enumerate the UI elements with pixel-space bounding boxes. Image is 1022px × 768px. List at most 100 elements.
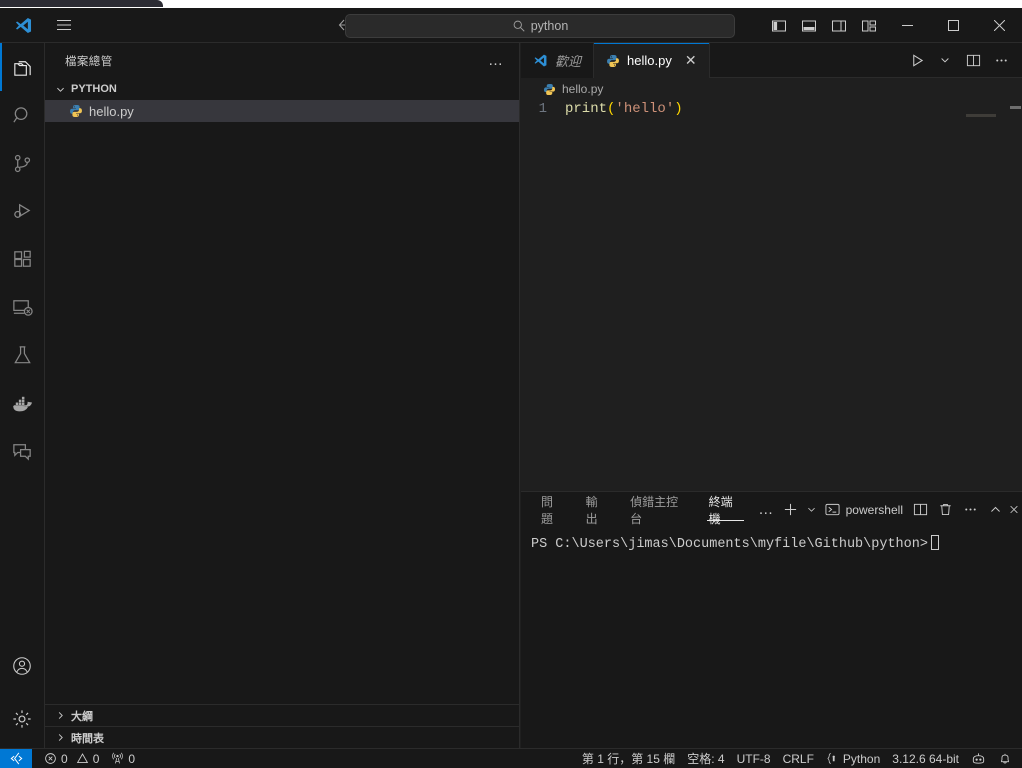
code-editor[interactable]: 1 print('hello') bbox=[521, 100, 1022, 485]
file-name: hello.py bbox=[89, 103, 134, 119]
status-error-warning[interactable]: 0 0 bbox=[38, 749, 105, 768]
tab-hello-py[interactable]: hello.py ✕ bbox=[594, 43, 710, 78]
panel-views-more-button[interactable]: … bbox=[754, 498, 777, 522]
radio-tower-icon bbox=[111, 752, 124, 765]
window-minimize-button[interactable] bbox=[884, 8, 930, 43]
bottom-panel: 問題 輸出 偵錯主控台 終端機 … powershell PS C:\Users… bbox=[521, 491, 1022, 748]
python-file-icon bbox=[69, 104, 83, 118]
chevron-down-icon bbox=[53, 84, 67, 95]
tab-close-button[interactable]: ✕ bbox=[685, 52, 697, 69]
run-options-chevron-down-icon[interactable] bbox=[932, 47, 958, 73]
chevron-right-icon bbox=[53, 732, 67, 743]
error-circle-icon bbox=[44, 752, 57, 765]
terminal-tab-powershell[interactable]: powershell bbox=[821, 502, 907, 517]
settings-gear-icon[interactable] bbox=[0, 690, 45, 748]
breadcrumb[interactable]: hello.py bbox=[521, 78, 1022, 100]
sidebar-item-remote-explorer[interactable] bbox=[0, 283, 45, 331]
notifications-bell-icon[interactable] bbox=[992, 749, 1022, 768]
tab-terminal[interactable]: 終端機 bbox=[699, 492, 753, 527]
section-timeline[interactable]: 時間表 bbox=[45, 726, 519, 748]
os-background-tab[interactable] bbox=[0, 0, 163, 7]
sidebar-item-source-control[interactable] bbox=[0, 139, 45, 187]
tab-problems[interactable]: 問題 bbox=[531, 492, 574, 527]
token-function: print bbox=[565, 101, 608, 117]
terminal-powershell-icon bbox=[825, 502, 840, 517]
status-ports[interactable]: 0 bbox=[105, 749, 141, 768]
status-python-interpreter[interactable]: 3.12.6 64-bit bbox=[886, 749, 965, 768]
tab-welcome-label: 歡迎 bbox=[555, 54, 582, 69]
tab-output[interactable]: 輸出 bbox=[576, 492, 619, 527]
kill-terminal-trash-icon[interactable] bbox=[933, 498, 957, 522]
remote-window-indicator[interactable] bbox=[0, 748, 32, 768]
terminal-name-label: powershell bbox=[845, 502, 903, 517]
token-string: 'hello' bbox=[615, 101, 675, 117]
sidebar-item-docker[interactable] bbox=[0, 379, 45, 427]
copilot-icon[interactable] bbox=[965, 749, 992, 768]
menu-hamburger-button[interactable] bbox=[46, 17, 82, 33]
vscode-window: python 檔案總管 … PYTHON hello.py 大綱 時間表 歡迎 … bbox=[0, 0, 1022, 768]
os-top-strip bbox=[0, 0, 1022, 8]
sidebar-item-chat[interactable] bbox=[0, 427, 45, 475]
accounts-icon[interactable] bbox=[0, 642, 45, 690]
title-bar: python bbox=[0, 8, 1022, 43]
python-file-icon bbox=[543, 83, 556, 96]
panel-actions: powershell bbox=[821, 498, 1022, 522]
terminal-more-actions-button[interactable] bbox=[958, 498, 982, 522]
ports-count: 0 bbox=[128, 751, 136, 766]
toggle-panel-button[interactable] bbox=[796, 13, 822, 39]
new-terminal-button[interactable] bbox=[779, 498, 802, 522]
run-python-file-button[interactable] bbox=[904, 47, 930, 73]
close-panel-button[interactable] bbox=[1008, 498, 1020, 522]
sidebar-item-explorer[interactable] bbox=[0, 43, 45, 91]
folder-name: PYTHON bbox=[71, 83, 117, 95]
toggle-secondary-sidebar-button[interactable] bbox=[826, 13, 852, 39]
sidebar-item-testing[interactable] bbox=[0, 331, 45, 379]
status-language-mode[interactable]: Python bbox=[820, 749, 886, 768]
line-number: 1 bbox=[538, 101, 547, 117]
file-tree-item-hello-py[interactable]: hello.py bbox=[45, 100, 519, 122]
sidebar-item-run-debug[interactable] bbox=[0, 187, 45, 235]
more-editor-actions-button[interactable] bbox=[988, 47, 1014, 73]
editor-area: 歡迎 hello.py ✕ hello.py 1 print('hello') … bbox=[521, 43, 1022, 748]
scrollbar-thumb[interactable] bbox=[1010, 106, 1021, 109]
status-eol[interactable]: CRLF bbox=[777, 749, 820, 768]
split-terminal-button[interactable] bbox=[908, 498, 932, 522]
minimap-code-line bbox=[966, 114, 996, 117]
toggle-primary-sidebar-button[interactable] bbox=[766, 13, 792, 39]
tab-welcome[interactable]: 歡迎 bbox=[521, 43, 595, 78]
warning-triangle-icon bbox=[76, 752, 89, 765]
window-maximize-button[interactable] bbox=[930, 8, 976, 43]
title-bar-right bbox=[764, 8, 1022, 43]
maximize-panel-chevron-up-icon[interactable] bbox=[983, 498, 1007, 522]
status-indentation[interactable]: 空格: 4 bbox=[681, 749, 730, 768]
editor-tab-bar: 歡迎 hello.py ✕ bbox=[521, 43, 1022, 78]
status-encoding[interactable]: UTF-8 bbox=[731, 749, 777, 768]
search-icon bbox=[512, 19, 526, 33]
terminal-cursor bbox=[930, 535, 939, 550]
command-center-search[interactable]: python bbox=[345, 14, 735, 38]
breadcrumb-label: hello.py bbox=[562, 82, 604, 96]
sidebar-item-extensions[interactable] bbox=[0, 235, 45, 283]
sidebar-item-search[interactable] bbox=[0, 91, 45, 139]
split-editor-right-button[interactable] bbox=[960, 47, 986, 73]
terminal-output[interactable]: PS C:\Users\jimas\Documents\myfile\Githu… bbox=[521, 527, 1022, 554]
folder-section-python[interactable]: PYTHON bbox=[45, 78, 519, 100]
section-outline[interactable]: 大綱 bbox=[45, 704, 519, 726]
tab-debug-console[interactable]: 偵錯主控台 bbox=[620, 492, 696, 527]
editor-actions bbox=[904, 43, 1022, 77]
editor-scrollbar[interactable] bbox=[1008, 100, 1022, 485]
window-close-button[interactable] bbox=[976, 8, 1022, 43]
panel-tab-bar: 問題 輸出 偵錯主控台 終端機 … powershell bbox=[521, 492, 1022, 527]
python-brace-icon bbox=[826, 752, 839, 765]
section-timeline-label: 時間表 bbox=[71, 732, 104, 745]
sidebar-more-actions-button[interactable]: … bbox=[482, 53, 509, 68]
token-close-paren: ) bbox=[674, 101, 683, 117]
code-text[interactable]: print('hello') bbox=[565, 100, 683, 119]
activity-bar bbox=[0, 43, 45, 748]
status-cursor-position[interactable]: 第 1 行，第 15 欄 bbox=[576, 749, 681, 768]
minimap[interactable] bbox=[950, 106, 1008, 476]
status-bar-right: 第 1 行，第 15 欄 空格: 4 UTF-8 CRLF Python 3.1… bbox=[576, 749, 1022, 768]
new-terminal-chevron-down-icon[interactable] bbox=[804, 498, 819, 522]
customize-layout-button[interactable] bbox=[856, 13, 882, 39]
vscode-logo-icon bbox=[533, 53, 548, 68]
